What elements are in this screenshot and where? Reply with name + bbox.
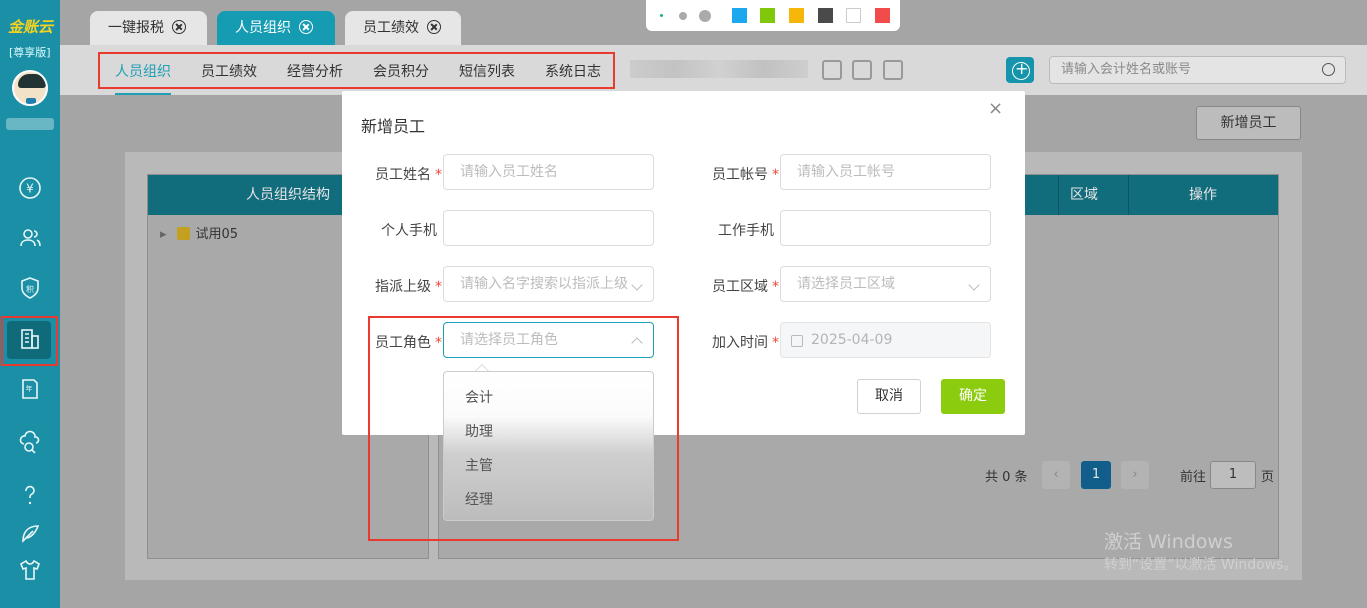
label-region: 员工区域 * [712, 279, 779, 295]
subnav-employee-performance[interactable]: 员工绩效 [201, 61, 257, 81]
annual-report-icon[interactable]: 年 [18, 377, 42, 401]
pager-current-page[interactable]: 1 [1081, 461, 1111, 489]
close-icon[interactable] [427, 20, 441, 34]
placeholder: 请输入员工姓名 [460, 164, 558, 180]
personal-phone-input[interactable] [443, 210, 654, 246]
avatar[interactable] [12, 70, 48, 106]
expand-arrow-icon[interactable]: ▸ [160, 227, 167, 242]
pen-size-small[interactable] [660, 14, 663, 17]
superior-select[interactable]: 请输入名字搜索以指派上级 [443, 266, 654, 302]
color-swatch-red[interactable] [875, 8, 890, 23]
inbox-icon[interactable] [883, 60, 903, 80]
subnav-business-analysis[interactable]: 经营分析 [287, 61, 343, 81]
question-icon[interactable] [18, 483, 42, 507]
users-icon[interactable] [18, 226, 42, 250]
chevron-down-icon [968, 279, 980, 291]
svg-text:¥: ¥ [26, 182, 34, 196]
feather-icon[interactable] [18, 522, 42, 546]
tab-one-click-tax[interactable]: 一键报税 [90, 11, 207, 45]
join-date-input: 2025-04-09 [780, 322, 991, 358]
tree-node-label: 试用05 [195, 227, 239, 242]
print-icon[interactable] [822, 60, 842, 80]
label-join-date: 加入时间 * [712, 335, 779, 351]
subnav-member-points[interactable]: 会员积分 [373, 61, 429, 81]
tab-label: 员工绩效 [363, 20, 419, 36]
close-icon[interactable] [299, 20, 313, 34]
placeholder: 请输入名字搜索以指派上级 [460, 276, 628, 292]
work-phone-input[interactable] [780, 210, 991, 246]
label-work-phone: 工作手机 [718, 223, 774, 239]
employee-name-input[interactable]: 请输入员工姓名 [443, 154, 654, 190]
color-swatch-yellow[interactable] [789, 8, 804, 23]
username-redacted [6, 118, 54, 130]
cancel-button[interactable]: 取消 [857, 379, 921, 414]
placeholder: 请输入员工帐号 [797, 164, 895, 180]
column-header-action: 操作 [1189, 187, 1217, 203]
active-underline [115, 93, 171, 95]
placeholder: 请选择员工区域 [797, 276, 895, 292]
pager-prev-button[interactable]: ‹ [1042, 461, 1070, 489]
windows-activation-hint: 转到“设置”以激活 Windows。 [1104, 557, 1298, 573]
pager-goto-label: 前往 [1180, 470, 1207, 485]
clipboard-icon[interactable] [852, 60, 872, 80]
close-icon[interactable] [172, 20, 186, 34]
dialog-title: 新增员工 [361, 117, 426, 136]
label-superior: 指派上级 * [375, 279, 442, 295]
employee-account-input[interactable]: 请输入员工帐号 [780, 154, 991, 190]
column-divider [1128, 175, 1129, 215]
tab-label: 人员组织 [235, 20, 291, 36]
app-logo: 金账云 [8, 18, 54, 36]
label-employee-account: 员工帐号 * [712, 167, 779, 183]
search-icon[interactable] [1322, 63, 1335, 76]
tab-personnel-organization[interactable]: 人员组织 [217, 11, 335, 45]
windows-activation-watermark: 激活 Windows [1104, 531, 1233, 553]
annotation-palette [646, 0, 900, 31]
confirm-button[interactable]: 确定 [941, 379, 1005, 414]
pen-size-large[interactable] [699, 10, 711, 22]
subnav-highlight-box [98, 52, 615, 89]
subnav-personnel-organization[interactable]: 人员组织 [115, 61, 171, 81]
pager-page-unit: 页 [1261, 470, 1275, 485]
color-swatch-blue[interactable] [732, 8, 747, 23]
color-swatch-green[interactable] [760, 8, 775, 23]
tree-node[interactable]: ▸ 试用05 [160, 223, 238, 242]
label-employee-name: 员工姓名 * [375, 167, 442, 183]
new-employee-button[interactable]: 新增员工 [1196, 106, 1301, 140]
shield-points-icon[interactable]: 积 [18, 276, 42, 300]
building-icon[interactable] [18, 327, 42, 351]
chevron-down-icon [631, 279, 643, 291]
date-value: 2025-04-09 [811, 332, 893, 348]
sidebar: 金账云 [尊享版] ¥ 积 年 [0, 0, 60, 608]
redacted-info [630, 60, 808, 78]
add-circle-button[interactable] [1006, 57, 1034, 83]
yuan-circle-icon[interactable]: ¥ [18, 176, 42, 200]
column-divider [1058, 175, 1059, 215]
column-header-region: 区域 [1070, 187, 1098, 203]
calendar-icon [791, 335, 803, 347]
cloud-search-icon[interactable] [18, 430, 42, 454]
region-select[interactable]: 请选择员工区域 [780, 266, 991, 302]
subnav-sms-list[interactable]: 短信列表 [459, 61, 515, 81]
search-placeholder: 请输入会计姓名或账号 [1061, 62, 1192, 77]
pager-next-button[interactable]: › [1121, 461, 1149, 489]
subnav-system-log[interactable]: 系统日志 [545, 61, 601, 81]
label-personal-phone: 个人手机 [381, 223, 437, 239]
tab-label: 一键报税 [108, 20, 164, 36]
svg-text:年: 年 [26, 384, 33, 393]
pen-size-medium[interactable] [679, 12, 687, 20]
search-input[interactable]: 请输入会计姓名或账号 [1049, 56, 1346, 84]
pager-goto-input[interactable]: 1 [1210, 461, 1256, 489]
close-icon[interactable]: × [988, 100, 1003, 118]
pager-total: 共 0 条 [985, 470, 1028, 485]
svg-text:积: 积 [26, 284, 34, 294]
folder-icon [176, 227, 190, 240]
edition-label: [尊享版] [9, 46, 51, 59]
color-swatch-dark[interactable] [818, 8, 833, 23]
tab-employee-performance[interactable]: 员工绩效 [345, 11, 461, 45]
tshirt-icon[interactable] [18, 558, 42, 582]
color-swatch-white[interactable] [846, 8, 861, 23]
role-highlight-box [368, 316, 679, 541]
